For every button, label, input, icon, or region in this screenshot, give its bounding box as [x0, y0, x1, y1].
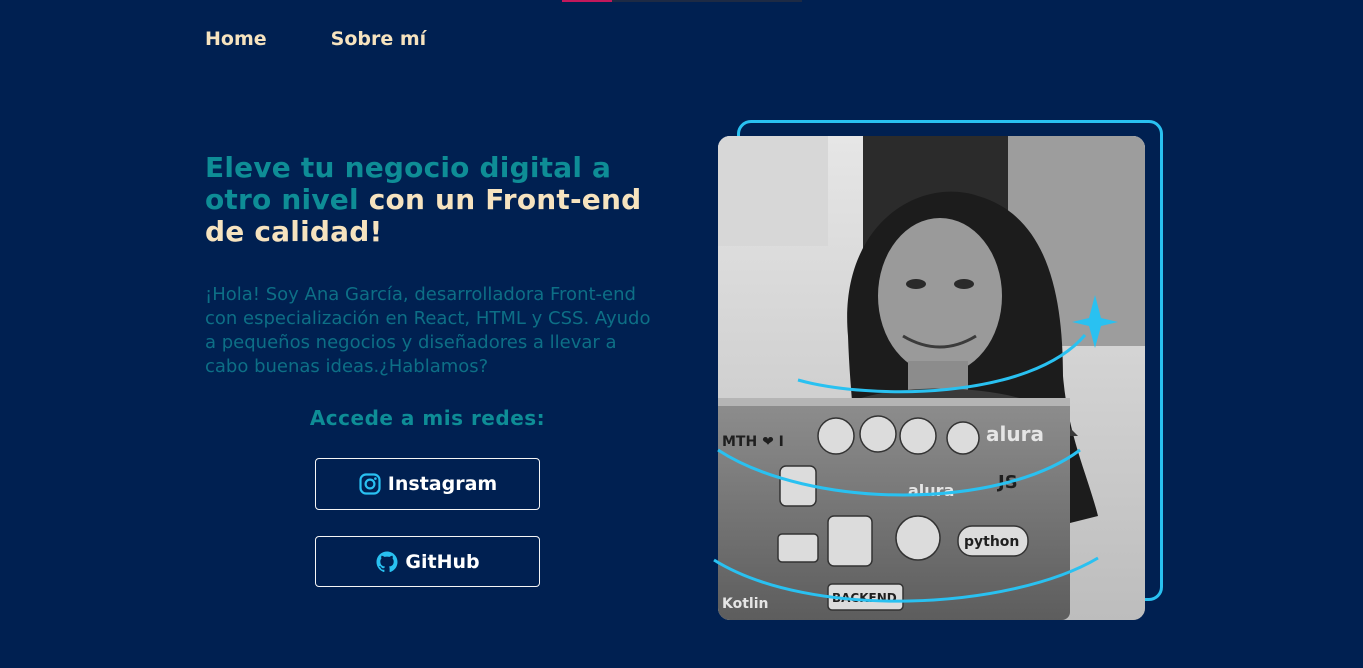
instagram-button[interactable]: Instagram [315, 458, 540, 510]
hero-intro: ¡Hola! Soy Ana García, desarrolladora Fr… [205, 284, 651, 377]
top-strip [562, 0, 802, 2]
github-icon [375, 550, 399, 574]
nav-home-link[interactable]: Home [205, 28, 267, 50]
sticker-alura-1: alura [986, 422, 1044, 446]
sticker-alura-2: alura [908, 481, 954, 500]
main-nav: Home Sobre mí [205, 28, 426, 50]
github-label: GitHub [405, 550, 480, 573]
sticker-python: python [964, 534, 1019, 550]
instagram-icon [358, 472, 382, 496]
sticker-mth: MTH ❤ I [722, 434, 784, 450]
instagram-label: Instagram [387, 473, 498, 495]
sticker-js: JS [996, 472, 1018, 493]
profile-photo: MTH ❤ I alura JS alura python BACKEND Ko… [718, 136, 1145, 620]
social-title: Accede a mis redes: [309, 406, 546, 430]
sticker-backend: BACKEND [832, 591, 897, 605]
nav-about-link[interactable]: Sobre mí [331, 28, 427, 50]
hero-headline: Eleve tu negocio digital a otro nivel co… [205, 152, 645, 248]
github-button[interactable]: GitHub [315, 536, 540, 587]
sticker-kotlin: Kotlin [722, 596, 768, 612]
